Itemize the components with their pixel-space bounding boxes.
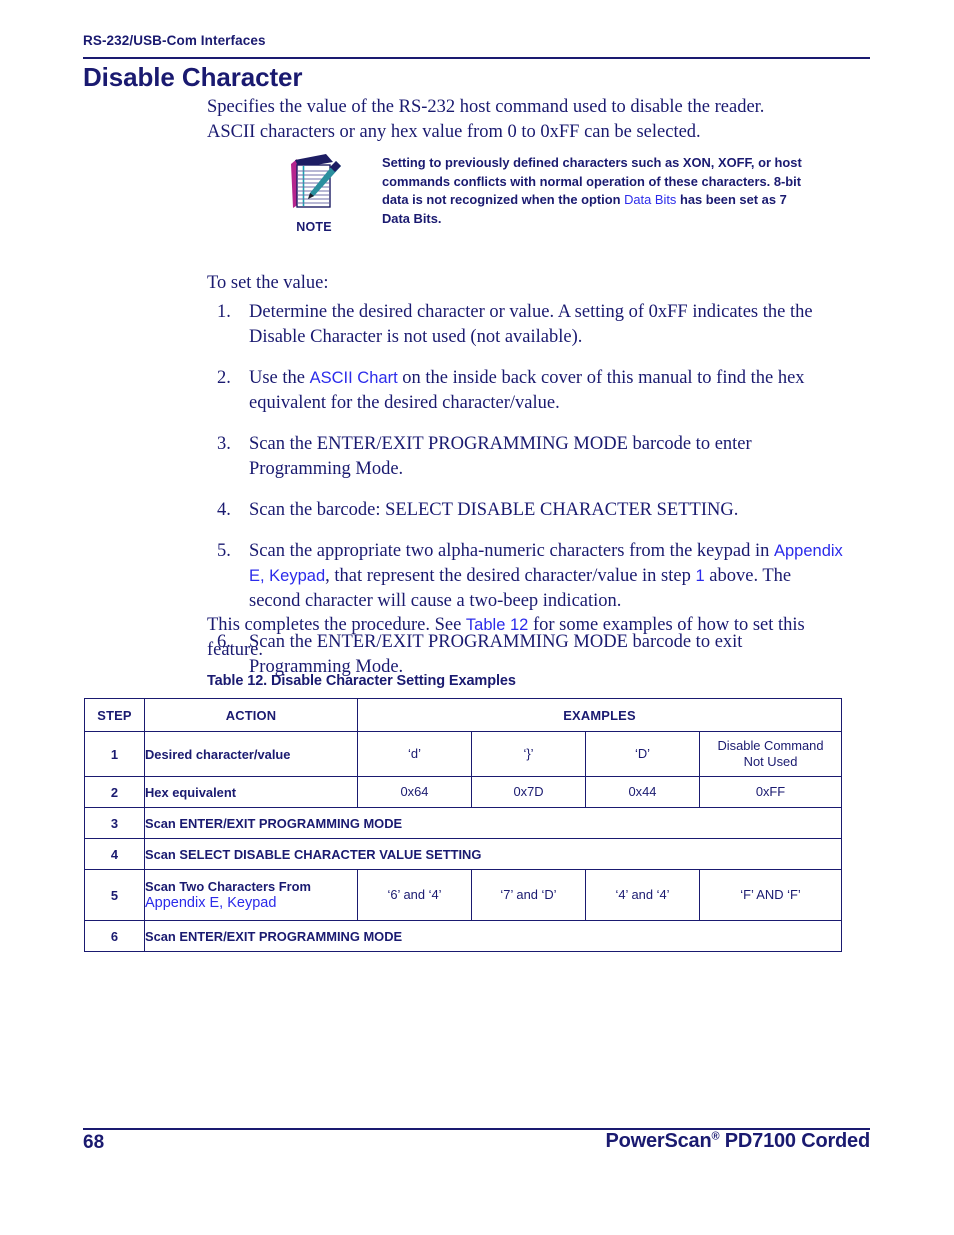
- footer-product-title: PowerScan® PD7100 Corded: [605, 1130, 870, 1153]
- cell-action: Scan ENTER/EXIT PROGRAMMING MODE: [143, 807, 843, 839]
- step-text-pre: Scan the appropriate two alpha-numeric c…: [249, 541, 774, 561]
- to-set-value-label: To set the value:: [207, 273, 329, 293]
- step-text-pre: Use the: [249, 368, 310, 388]
- step-text: Scan the ENTER/EXIT PROGRAMMING MODE bar…: [249, 434, 752, 479]
- cell-step: 1: [84, 731, 145, 777]
- step-text: Scan the barcode: SELECT DISABLE CHARACT…: [249, 500, 739, 520]
- note-label: NOTE: [296, 220, 332, 234]
- cell-action-text: Scan ENTER/EXIT PROGRAMMING MODE: [145, 928, 403, 944]
- cell-action-text: Scan Two Characters From: [145, 879, 311, 894]
- column-header-step: STEP: [84, 698, 145, 732]
- cell-example-1: ‘d’: [357, 731, 472, 777]
- document-page: RS-232/USB-Com Interfaces Disable Charac…: [0, 0, 954, 1235]
- cell-example-4: Disable Command Not Used: [698, 731, 843, 777]
- cell-step: 5: [84, 869, 145, 921]
- intro-line-1: Specifies the value of the RS-232 host c…: [207, 97, 765, 117]
- cell-example-3: ‘4’ and ‘4’: [585, 869, 700, 921]
- cell-action-text: Scan ENTER/EXIT PROGRAMMING MODE: [145, 815, 403, 831]
- step-number: 1.: [217, 302, 231, 322]
- cell-step: 6: [84, 920, 145, 952]
- cell-example-3: ‘D’: [585, 731, 700, 777]
- footer-product-post: PD7100 Corded: [719, 1130, 870, 1152]
- table-caption: Table 12. Disable Character Setting Exam…: [207, 673, 516, 689]
- cell-action: Scan Two Characters From Appendix E, Key…: [144, 869, 358, 921]
- list-item: 2. Use the ASCII Chart on the inside back…: [207, 366, 847, 416]
- table-row: 6 Scan ENTER/EXIT PROGRAMMING MODE: [84, 920, 843, 952]
- cell-step: 2: [84, 776, 145, 808]
- cell-step: 3: [84, 807, 145, 839]
- cell-example-3: 0x44: [585, 776, 700, 808]
- cell-example-4: ‘F’ AND ‘F’: [698, 869, 843, 921]
- step-number: 2.: [217, 368, 231, 388]
- cell-action: Scan ENTER/EXIT PROGRAMMING MODE: [143, 920, 843, 952]
- step-number: 3.: [217, 434, 231, 454]
- footer-page-number: 68: [83, 1132, 105, 1153]
- cell-example-2: ‘7’ and ‘D’: [471, 869, 586, 921]
- cell-example-4: 0xFF: [698, 776, 843, 808]
- list-item: 5. Scan the appropriate two alpha-numeric…: [207, 539, 847, 614]
- list-item: 1. Determine the desired character or val…: [207, 300, 847, 350]
- cell-action-text: Desired character/value: [145, 746, 291, 762]
- intro-paragraph-block: Specifies the value of the RS-232 host c…: [207, 95, 847, 145]
- data-bits-link[interactable]: Data Bits: [624, 192, 676, 207]
- cell-action: Hex equivalent: [144, 776, 358, 808]
- cell-example-1: 0x64: [357, 776, 472, 808]
- page-title: Disable Character: [83, 62, 303, 92]
- table-row: 4 Scan SELECT DISABLE CHARACTER VALUE SE…: [84, 838, 843, 870]
- list-item: 4. Scan the barcode: SELECT DISABLE CHARA…: [207, 498, 847, 523]
- cell-action: Desired character/value: [144, 731, 358, 777]
- cell-example-1: ‘6’ and ‘4’: [357, 869, 472, 921]
- note-text: Setting to previously defined characters…: [382, 154, 812, 228]
- list-item: 3. Scan the ENTER/EXIT PROGRAMMING MODE b…: [207, 432, 847, 482]
- step-number: 4.: [217, 500, 231, 520]
- step-1-link[interactable]: 1: [695, 567, 704, 585]
- closing-pre: This completes the procedure. See: [207, 615, 466, 635]
- table-header-row: STEP ACTION EXAMPLES: [84, 698, 843, 732]
- table-row: 3 Scan ENTER/EXIT PROGRAMMING MODE: [84, 807, 843, 839]
- step-text: Determine the desired character or value…: [249, 302, 813, 347]
- notepad-pencil-icon: [291, 154, 341, 208]
- cell-example-2: 0x7D: [471, 776, 586, 808]
- step-number: 5.: [217, 541, 231, 561]
- header-divider: [83, 57, 870, 59]
- intro-line-2: ASCII characters or any hex value from 0…: [207, 122, 701, 142]
- running-header: RS-232/USB-Com Interfaces: [83, 33, 266, 48]
- note-icon-wrap: NOTE: [275, 150, 353, 234]
- disable-character-examples-table: STEP ACTION EXAMPLES 1 Desired character…: [84, 698, 843, 952]
- table-row: 1 Desired character/value ‘d’ ‘}’ ‘D’ Di…: [84, 731, 843, 777]
- table-row: 5 Scan Two Characters From Appendix E, K…: [84, 869, 843, 921]
- cell-action: Scan SELECT DISABLE CHARACTER VALUE SETT…: [143, 838, 843, 870]
- table-row: 2 Hex equivalent 0x64 0x7D 0x44 0xFF: [84, 776, 843, 808]
- cell-action-text: Hex equivalent: [145, 784, 236, 800]
- ascii-chart-link[interactable]: ASCII Chart: [310, 369, 398, 387]
- table-12-link[interactable]: Table 12: [466, 616, 528, 634]
- closing-paragraph: This completes the procedure. See Table …: [207, 613, 827, 663]
- cell-example-2: ‘}’: [471, 731, 586, 777]
- footer-product-pre: PowerScan: [605, 1130, 712, 1152]
- column-header-action: ACTION: [144, 698, 358, 732]
- appendix-e-keypad-link[interactable]: Appendix E, Keypad: [145, 895, 357, 911]
- step-text-mid: , that represent the desired character/v…: [325, 566, 696, 586]
- cell-step: 4: [84, 838, 145, 870]
- column-header-examples: EXAMPLES: [356, 698, 843, 732]
- cell-action-text: Scan SELECT DISABLE CHARACTER VALUE SETT…: [145, 846, 482, 862]
